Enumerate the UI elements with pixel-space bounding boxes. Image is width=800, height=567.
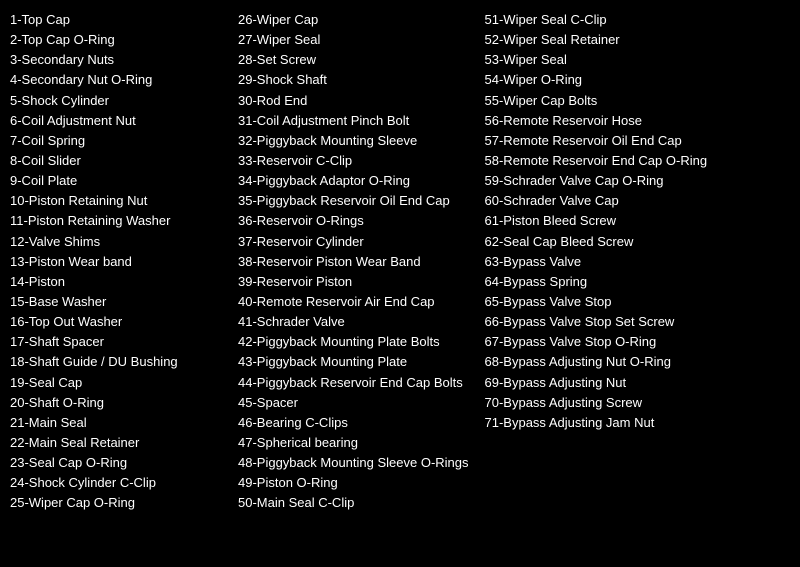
list-item: 53-Wiper Seal (485, 50, 714, 70)
list-item: 6-Coil Adjustment Nut (10, 111, 222, 131)
list-item: 59-Schrader Valve Cap O-Ring (485, 171, 714, 191)
list-item: 31-Coil Adjustment Pinch Bolt (238, 111, 469, 131)
column-2: 26-Wiper Cap27-Wiper Seal28-Set Screw29-… (230, 10, 477, 514)
list-item: 27-Wiper Seal (238, 30, 469, 50)
list-item: 32-Piggyback Mounting Sleeve (238, 131, 469, 151)
list-item: 46-Bearing C-Clips (238, 413, 469, 433)
list-item: 71-Bypass Adjusting Jam Nut (485, 413, 714, 433)
list-item: 8-Coil Slider (10, 151, 222, 171)
list-item: 43-Piggyback Mounting Plate (238, 352, 469, 372)
list-item: 56-Remote Reservoir Hose (485, 111, 714, 131)
list-item: 18-Shaft Guide / DU Bushing (10, 352, 222, 372)
list-item: 13-Piston Wear band (10, 252, 222, 272)
list-item: 4-Secondary Nut O-Ring (10, 70, 222, 90)
list-item: 30-Rod End (238, 91, 469, 111)
list-item: 57-Remote Reservoir Oil End Cap (485, 131, 714, 151)
list-item: 70-Bypass Adjusting Screw (485, 393, 714, 413)
list-item: 58-Remote Reservoir End Cap O-Ring (485, 151, 714, 171)
list-item: 2-Top Cap O-Ring (10, 30, 222, 50)
list-item: 35-Piggyback Reservoir Oil End Cap (238, 191, 469, 211)
list-item: 44-Piggyback Reservoir End Cap Bolts (238, 373, 469, 393)
parts-list: 1-Top Cap2-Top Cap O-Ring3-Secondary Nut… (10, 10, 790, 514)
list-item: 65-Bypass Valve Stop (485, 292, 714, 312)
column-1: 1-Top Cap2-Top Cap O-Ring3-Secondary Nut… (10, 10, 230, 514)
list-item: 41-Schrader Valve (238, 312, 469, 332)
list-item: 48-Piggyback Mounting Sleeve O-Rings (238, 453, 469, 473)
list-item: 22-Main Seal Retainer (10, 433, 222, 453)
list-item: 3-Secondary Nuts (10, 50, 222, 70)
list-item: 34-Piggyback Adaptor O-Ring (238, 171, 469, 191)
list-item: 40-Remote Reservoir Air End Cap (238, 292, 469, 312)
list-item: 28-Set Screw (238, 50, 469, 70)
list-item: 10-Piston Retaining Nut (10, 191, 222, 211)
column-3: 51-Wiper Seal C-Clip52-Wiper Seal Retain… (477, 10, 722, 433)
list-item: 25-Wiper Cap O-Ring (10, 493, 222, 513)
list-item: 33-Reservoir C-Clip (238, 151, 469, 171)
list-item: 61-Piston Bleed Screw (485, 211, 714, 231)
list-item: 7-Coil Spring (10, 131, 222, 151)
list-item: 19-Seal Cap (10, 373, 222, 393)
list-item: 63-Bypass Valve (485, 252, 714, 272)
list-item: 5-Shock Cylinder (10, 91, 222, 111)
list-item: 29-Shock Shaft (238, 70, 469, 90)
list-item: 62-Seal Cap Bleed Screw (485, 232, 714, 252)
list-item: 68-Bypass Adjusting Nut O-Ring (485, 352, 714, 372)
list-item: 37-Reservoir Cylinder (238, 232, 469, 252)
list-item: 69-Bypass Adjusting Nut (485, 373, 714, 393)
list-item: 21-Main Seal (10, 413, 222, 433)
list-item: 23-Seal Cap O-Ring (10, 453, 222, 473)
list-item: 17-Shaft Spacer (10, 332, 222, 352)
list-item: 24-Shock Cylinder C-Clip (10, 473, 222, 493)
list-item: 12-Valve Shims (10, 232, 222, 252)
list-item: 15-Base Washer (10, 292, 222, 312)
list-item: 14-Piston (10, 272, 222, 292)
list-item: 20-Shaft O-Ring (10, 393, 222, 413)
list-item: 66-Bypass Valve Stop Set Screw (485, 312, 714, 332)
list-item: 55-Wiper Cap Bolts (485, 91, 714, 111)
list-item: 36-Reservoir O-Rings (238, 211, 469, 231)
list-item: 9-Coil Plate (10, 171, 222, 191)
list-item: 49-Piston O-Ring (238, 473, 469, 493)
list-item: 45-Spacer (238, 393, 469, 413)
list-item: 26-Wiper Cap (238, 10, 469, 30)
list-item: 42-Piggyback Mounting Plate Bolts (238, 332, 469, 352)
list-item: 51-Wiper Seal C-Clip (485, 10, 714, 30)
list-item: 38-Reservoir Piston Wear Band (238, 252, 469, 272)
list-item: 60-Schrader Valve Cap (485, 191, 714, 211)
list-item: 52-Wiper Seal Retainer (485, 30, 714, 50)
list-item: 67-Bypass Valve Stop O-Ring (485, 332, 714, 352)
list-item: 54-Wiper O-Ring (485, 70, 714, 90)
list-item: 47-Spherical bearing (238, 433, 469, 453)
list-item: 11-Piston Retaining Washer (10, 211, 222, 231)
list-item: 64-Bypass Spring (485, 272, 714, 292)
list-item: 16-Top Out Washer (10, 312, 222, 332)
list-item: 39-Reservoir Piston (238, 272, 469, 292)
list-item: 1-Top Cap (10, 10, 222, 30)
list-item: 50-Main Seal C-Clip (238, 493, 469, 513)
